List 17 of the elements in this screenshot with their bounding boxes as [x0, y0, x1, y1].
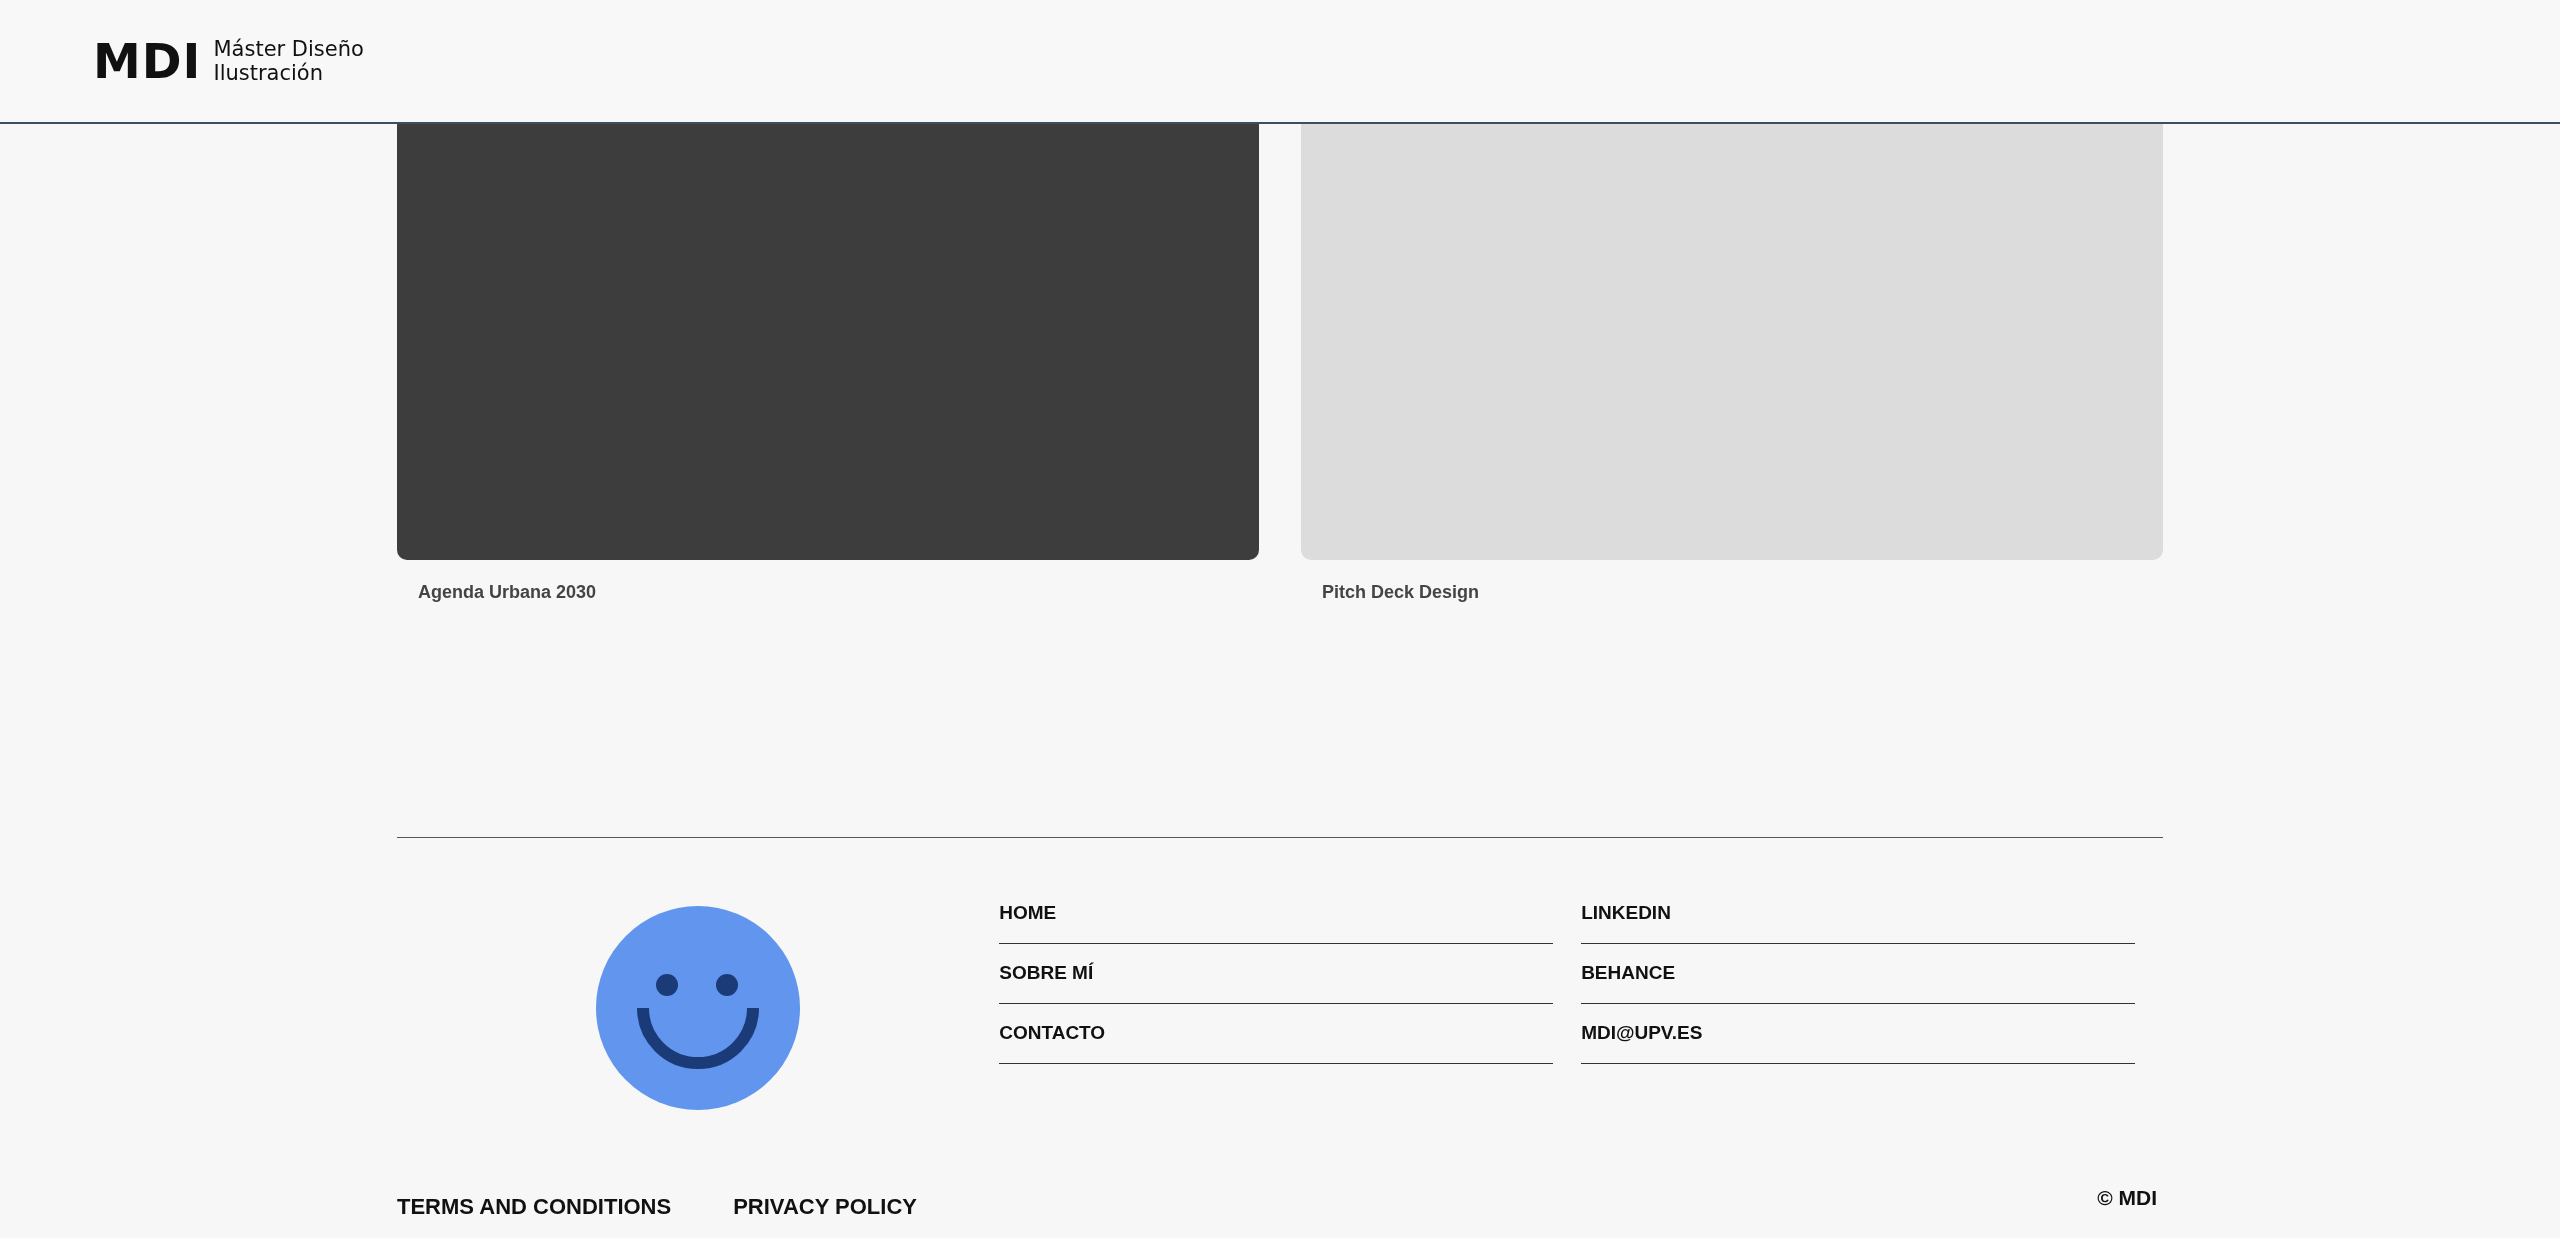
logo-subtitle: Máster Diseño	[213, 37, 364, 61]
project-caption[interactable]: Agenda Urbana 2030	[418, 582, 597, 603]
project-thumbnail[interactable]	[1301, 124, 2163, 560]
smiley-icon	[596, 906, 801, 1110]
legal-link[interactable]: PRIVACY POLICY	[733, 1194, 917, 1220]
footer-link[interactable]: LINKEDIN	[1581, 884, 2135, 944]
footer-link[interactable]: SOBRE MÍ	[999, 944, 1554, 1004]
logo-subtitle: Ilustración	[213, 61, 325, 85]
footer-link[interactable]: BEHANCE	[1581, 944, 2135, 1004]
logo-text[interactable]: MDI	[93, 37, 202, 85]
footer-link[interactable]: CONTACTO	[999, 1004, 1554, 1064]
footer-link[interactable]: MDI@UPV.ES	[1581, 1004, 2135, 1064]
legal-link[interactable]: TERMS AND CONDITIONS	[397, 1194, 672, 1220]
copyright-text: © MDI	[2097, 1186, 2157, 1210]
project-thumbnail[interactable]	[397, 124, 1259, 560]
footer-link[interactable]: HOME	[999, 884, 1554, 944]
project-caption[interactable]: Pitch Deck Design	[1322, 582, 1480, 603]
